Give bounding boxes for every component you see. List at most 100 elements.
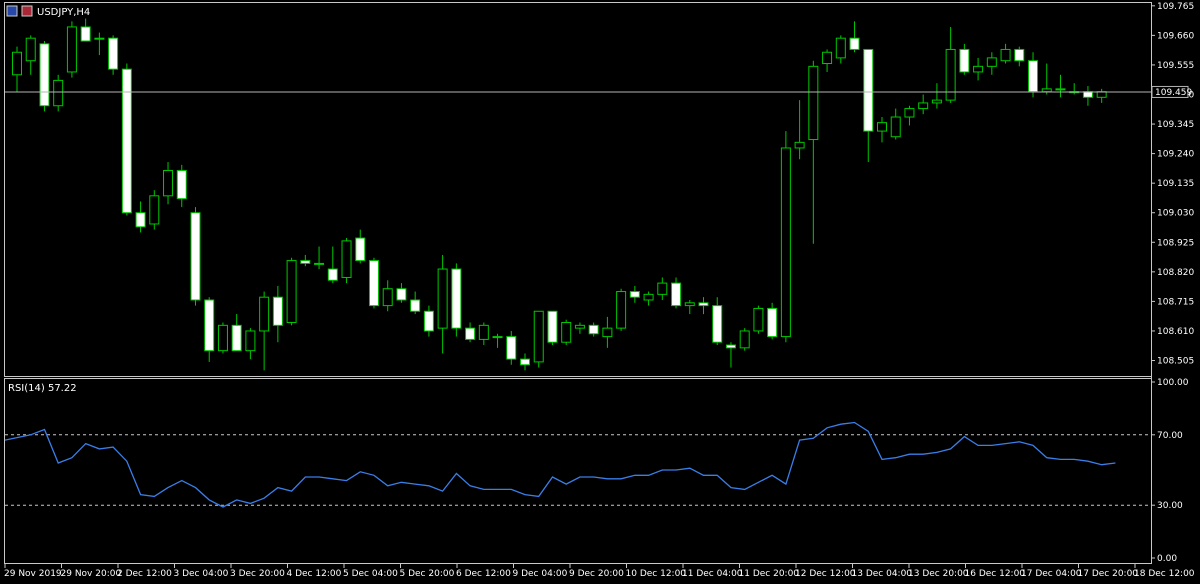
candle <box>451 263 462 337</box>
candle <box>94 32 105 56</box>
candle-body-bullish <box>94 37 105 40</box>
candle-body-bullish <box>890 116 901 138</box>
price-axis-label: 108.820 <box>1157 268 1194 278</box>
candle-body-bearish <box>547 310 558 343</box>
time-axis-label: 9 Dec 04:00 <box>513 569 568 579</box>
candle-body-bullish <box>794 141 805 149</box>
candle-body-bullish <box>53 79 64 107</box>
time-axis-label: 2 Dec 12:00 <box>117 569 172 579</box>
candle-body-bullish <box>561 322 572 343</box>
candle <box>808 60 819 244</box>
candle-body-bearish <box>520 358 531 366</box>
candle <box>465 322 476 343</box>
time-axis-label: 5 Dec 20:00 <box>400 569 455 579</box>
candle <box>506 330 517 365</box>
candle <box>1055 74 1066 98</box>
price-axis-label: 109.135 <box>1157 179 1194 189</box>
price-axis-label: 108.505 <box>1157 357 1194 367</box>
candle <box>1014 46 1025 67</box>
symbol-flag-icon <box>6 5 18 17</box>
candle <box>25 35 36 75</box>
candle-body-bearish <box>135 212 146 228</box>
candle-body-bullish <box>12 51 22 76</box>
candle <box>725 342 736 368</box>
candle-body-bearish <box>451 268 462 329</box>
candle <box>520 353 531 371</box>
candle <box>382 280 393 312</box>
candle <box>176 164 187 208</box>
time-axis-label: 10 Dec 12:00 <box>626 569 687 579</box>
candle-body-bullish <box>808 65 819 141</box>
candle-body-bearish <box>849 37 860 50</box>
candle-body-bearish <box>327 268 338 281</box>
candle-body-bullish <box>314 262 325 265</box>
candle-body-bearish <box>108 37 119 70</box>
candle <box>698 297 709 315</box>
candle-body-bearish <box>300 260 311 264</box>
candle-body-bullish <box>918 102 929 110</box>
candle-body-bullish <box>1041 88 1052 93</box>
candle-body-bullish <box>753 307 764 332</box>
bid-price-label: 109.459 <box>1155 88 1192 98</box>
candle-body-bullish <box>822 51 833 65</box>
candle <box>314 246 325 270</box>
candle <box>1082 86 1093 106</box>
candle-body-bullish <box>149 195 160 225</box>
candle <box>245 328 256 360</box>
time-axis-label: 11 Dec 20:00 <box>739 569 800 579</box>
candle <box>959 43 970 75</box>
time-axis-label: 29 Nov 2019 <box>4 569 62 579</box>
candle <box>12 46 22 92</box>
candle-body-bearish <box>1082 91 1093 98</box>
candle-body-bullish <box>904 108 915 118</box>
candle-body-bullish <box>25 37 36 62</box>
candle <box>190 207 201 306</box>
candle-body-bearish <box>368 260 379 307</box>
candle-body-bullish <box>780 147 791 338</box>
candle-body-bullish <box>835 37 846 59</box>
candle <box>1028 52 1039 98</box>
candle-body-bearish <box>629 291 640 298</box>
candle <box>794 100 805 160</box>
time-axis-label: 29 Nov 20:00 <box>61 569 122 579</box>
candle-body-bullish <box>1096 91 1107 98</box>
candle-body-bearish <box>506 336 517 360</box>
candle <box>822 49 833 72</box>
candle <box>1069 83 1080 95</box>
price-axis: 109.765109.660109.555109.450109.345109.2… <box>1151 2 1194 367</box>
candle-body-bearish <box>176 169 187 200</box>
candle <box>121 63 132 216</box>
bid-price-marker: 109.459 <box>5 85 1192 98</box>
candle-body-bullish <box>986 57 997 67</box>
candle <box>135 201 146 233</box>
candle <box>986 52 997 75</box>
candle-body-bearish <box>272 296 283 326</box>
candle <box>149 190 160 230</box>
candle-body-bearish <box>725 344 736 349</box>
candle-body-bullish <box>66 26 77 73</box>
candle <box>931 83 942 109</box>
candle <box>904 105 915 126</box>
candle <box>39 41 50 112</box>
price-axis-label: 108.610 <box>1157 327 1194 337</box>
candle <box>286 257 297 326</box>
chart-canvas: USDJPY,H4 109.765109.660109.555109.45010… <box>4 2 1195 579</box>
candle-body-bearish <box>355 237 366 262</box>
time-axis: 29 Nov 201929 Nov 20:002 Dec 12:00 3 Dec … <box>4 564 1195 579</box>
rsi-panel-frame <box>4 378 1152 564</box>
candle-body-bearish <box>423 310 434 332</box>
candle-body-bullish <box>739 330 750 349</box>
candle-body-bullish <box>602 327 613 338</box>
price-axis-label: 109.660 <box>1157 31 1194 41</box>
candle <box>533 310 544 368</box>
candle <box>684 299 695 315</box>
candle <box>616 288 627 331</box>
candle <box>492 333 503 348</box>
candle-body-bearish <box>698 302 709 307</box>
rsi-axis-label: 70.00 <box>1157 431 1183 441</box>
candle-body-bearish <box>190 212 201 301</box>
rsi-axis-label: 0.00 <box>1157 554 1177 564</box>
candle <box>863 48 874 163</box>
candle <box>876 117 887 143</box>
candle-body-bearish <box>588 324 599 335</box>
